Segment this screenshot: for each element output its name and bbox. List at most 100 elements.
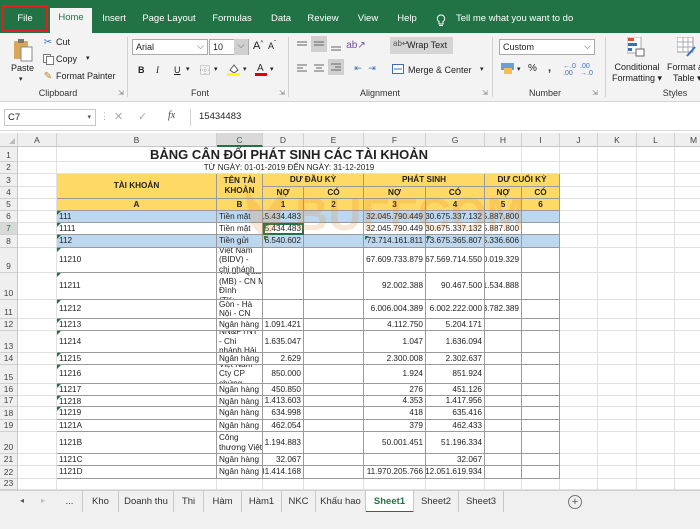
cell[interactable] — [560, 187, 598, 199]
amount-cell[interactable] — [522, 420, 560, 432]
orientation-icon[interactable]: ab↗ — [346, 38, 366, 52]
amount-cell[interactable] — [522, 211, 560, 223]
cell[interactable] — [560, 432, 598, 454]
amount-cell[interactable]: 851.924 — [426, 365, 485, 384]
borders-icon[interactable] — [199, 64, 210, 75]
tell-me-search[interactable]: Tell me what you want to do — [456, 9, 576, 33]
cell[interactable] — [18, 365, 57, 384]
tab-review[interactable]: Review — [304, 9, 342, 33]
cell[interactable] — [675, 432, 700, 454]
account-code-cell[interactable]: 1121C — [57, 454, 217, 466]
account-name-cell[interactable]: Ngân hàng TMCP Công thương Việt Nam (Vie… — [217, 432, 263, 454]
cell[interactable] — [598, 331, 637, 353]
merge-center-button[interactable]: Merge & Center — [408, 65, 472, 75]
account-name-cell[interactable]: Tiền gửi ngân hàng — [217, 235, 263, 248]
account-code-cell[interactable]: 11219 — [57, 407, 217, 420]
spreadsheet-grid[interactable]: A B C D E F G H I J K L M 1 2 3 4 5 6 7 8 9 10 11 12 13 14 15 16 17 18… — [0, 133, 700, 490]
format-as-table-button[interactable]: Format asTable ▾ — [667, 62, 700, 84]
tab-help[interactable]: Help — [392, 9, 422, 33]
account-code-cell[interactable]: 112 — [57, 235, 217, 248]
italic-button[interactable]: I — [156, 65, 159, 75]
underline-dropdown-icon[interactable]: ▾ — [186, 65, 190, 73]
cell[interactable] — [598, 353, 637, 365]
header-account-name[interactable]: TÊN TÀI KHOẢN — [217, 174, 263, 199]
amount-cell[interactable] — [304, 273, 364, 300]
amount-cell[interactable] — [304, 235, 364, 248]
amount-cell[interactable]: 1.091.421 — [263, 319, 304, 331]
amount-cell[interactable]: 32.067 — [426, 454, 485, 466]
cell[interactable] — [637, 454, 675, 466]
header-credit[interactable]: CÓ — [426, 187, 485, 199]
cell[interactable] — [598, 147, 637, 162]
cell[interactable] — [18, 331, 57, 353]
cell[interactable] — [560, 248, 598, 273]
cell[interactable] — [675, 162, 700, 174]
amount-cell[interactable]: 51.196.334 — [426, 432, 485, 454]
font-launcher-icon[interactable]: ⇲ — [279, 89, 285, 97]
cell[interactable] — [675, 248, 700, 273]
paste-dropdown-icon[interactable]: ▾ — [19, 75, 23, 83]
cell[interactable] — [598, 479, 637, 490]
amount-cell[interactable]: 5.204.171 — [426, 319, 485, 331]
cell[interactable] — [522, 147, 560, 162]
cell[interactable] — [426, 479, 485, 490]
tab-page-layout[interactable]: Page Layout — [138, 9, 200, 33]
tab-insert[interactable]: Insert — [96, 9, 132, 33]
amount-cell[interactable]: 6.540.602 — [263, 235, 304, 248]
cell[interactable] — [598, 162, 637, 174]
column-header-a[interactable]: A — [18, 133, 57, 147]
amount-cell[interactable] — [485, 420, 522, 432]
cell[interactable] — [675, 300, 700, 319]
amount-cell[interactable]: 30.675.337.132 — [426, 223, 485, 235]
amount-cell[interactable]: 418 — [364, 407, 426, 420]
cell[interactable] — [675, 273, 700, 300]
row-header-3[interactable]: 3 — [0, 174, 18, 187]
cell[interactable] — [18, 300, 57, 319]
header-closing-balance[interactable]: DƯ CUỐI KỲ — [485, 174, 560, 187]
cell[interactable] — [598, 235, 637, 248]
amount-cell[interactable] — [304, 331, 364, 353]
cell[interactable] — [637, 384, 675, 396]
amount-cell[interactable]: 2.300.008 — [364, 353, 426, 365]
cell[interactable] — [637, 300, 675, 319]
new-sheet-button[interactable]: + — [568, 495, 582, 509]
cell[interactable] — [637, 319, 675, 331]
amount-cell[interactable]: 2.302.637 — [426, 353, 485, 365]
font-size-input[interactable]: 10 ⌵ — [209, 39, 249, 55]
amount-cell[interactable] — [522, 331, 560, 353]
column-header-h[interactable]: H — [485, 133, 522, 147]
cell[interactable] — [18, 187, 57, 199]
cell[interactable] — [18, 396, 57, 407]
cell[interactable] — [675, 223, 700, 235]
amount-cell[interactable] — [304, 454, 364, 466]
amount-cell[interactable]: 67.569.714.550 — [426, 248, 485, 273]
cell[interactable] — [675, 479, 700, 490]
amount-cell[interactable] — [263, 300, 304, 319]
amount-cell[interactable]: 90.467.500 — [426, 273, 485, 300]
account-code-cell[interactable]: 11217 — [57, 384, 217, 396]
header-debit[interactable]: NỢ — [364, 187, 426, 199]
amount-cell[interactable]: 450.850 — [263, 384, 304, 396]
cell[interactable] — [18, 174, 57, 187]
amount-cell[interactable]: 1.417.956 — [426, 396, 485, 407]
row-header-4[interactable]: 4 — [0, 187, 18, 199]
cell[interactable] — [598, 223, 637, 235]
cell[interactable] — [560, 365, 598, 384]
comma-button[interactable]: , — [548, 62, 551, 74]
account-code-cell[interactable]: 1111 — [57, 223, 217, 235]
amount-cell[interactable]: 11.970.205.766 — [364, 466, 426, 479]
cell[interactable] — [675, 384, 700, 396]
name-box[interactable]: C7 ▾ — [4, 109, 96, 126]
amount-cell[interactable] — [304, 248, 364, 273]
cell[interactable] — [637, 407, 675, 420]
sheet-tab-khấu-hao[interactable]: Khấu hao — [316, 491, 366, 513]
cell[interactable] — [637, 162, 675, 174]
account-name-cell[interactable]: NH TMCP ĐT&PT Việt Nam (BIDV) - chi nhán… — [217, 248, 263, 273]
amount-cell[interactable]: 73.675.365.807 — [426, 235, 485, 248]
header-code-2[interactable]: 2 — [304, 199, 364, 211]
header-account[interactable]: TÀI KHOẢN — [57, 174, 217, 199]
header-movement[interactable]: PHÁT SINH — [364, 174, 485, 187]
amount-cell[interactable] — [304, 407, 364, 420]
row-header-10[interactable]: 10 — [0, 273, 18, 300]
amount-cell[interactable] — [304, 365, 364, 384]
